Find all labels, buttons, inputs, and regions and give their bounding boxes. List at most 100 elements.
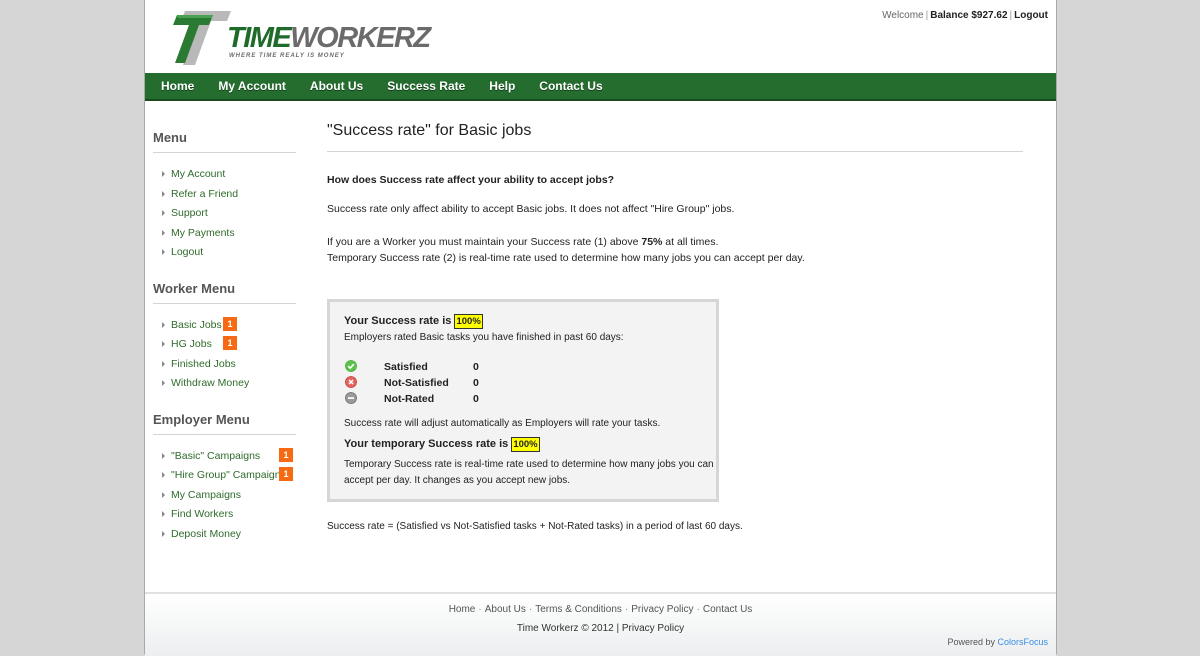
sidebar-link[interactable]: Find Workers bbox=[171, 508, 233, 520]
arrow-right-icon bbox=[162, 190, 165, 197]
logo-tagline: WHERE TIME REALY IS MONEY bbox=[229, 53, 345, 59]
nav-help[interactable]: Help bbox=[477, 73, 527, 100]
sidebar-item-basic-jobs[interactable]: Basic Jobs 1 bbox=[153, 316, 296, 337]
x-circle-icon bbox=[345, 376, 357, 388]
site-logo[interactable]: TIMEWORKERZ WHERE TIME REALY IS MONEY bbox=[171, 9, 431, 65]
sidebar-link[interactable]: Logout bbox=[171, 246, 203, 258]
arrow-right-icon bbox=[162, 229, 165, 236]
separator: · bbox=[624, 604, 629, 615]
sidebar-link[interactable]: HG Jobs bbox=[171, 338, 212, 350]
menu-list: My Account Refer a Friend Support My Pay… bbox=[153, 166, 296, 264]
count-badge: 1 bbox=[279, 467, 293, 481]
arrow-right-icon bbox=[162, 491, 165, 498]
info-paragraph-1: Success rate only affect ability to acce… bbox=[327, 203, 735, 215]
sidebar-item-my-campaigns[interactable]: My Campaigns bbox=[153, 487, 296, 507]
info-paragraph-3: Temporary Success rate (2) is real-time … bbox=[327, 252, 805, 264]
rating-label: Satisfied bbox=[384, 361, 428, 373]
nav-about-us[interactable]: About Us bbox=[298, 73, 375, 100]
rating-count: 0 bbox=[473, 377, 479, 389]
rating-label: Not-Satisfied bbox=[384, 377, 449, 389]
nav-success-rate[interactable]: Success Rate bbox=[375, 73, 477, 100]
sidebar: Menu My Account Refer a Friend Support M… bbox=[153, 130, 296, 562]
sidebar-link[interactable]: My Campaigns bbox=[171, 489, 241, 501]
rating-count: 0 bbox=[473, 361, 479, 373]
arrow-right-icon bbox=[162, 321, 165, 328]
sidebar-link[interactable]: Support bbox=[171, 207, 208, 219]
logo-wordmark: TIMEWORKERZ bbox=[227, 22, 431, 54]
main-content: "Success rate" for Basic jobs How does S… bbox=[327, 122, 1023, 535]
sidebar-link[interactable]: My Payments bbox=[171, 227, 235, 239]
success-rate-line: Your Success rate is 100% bbox=[344, 314, 716, 329]
nav-contact-us[interactable]: Contact Us bbox=[527, 73, 614, 100]
copyright-text: Time Workerz © 2012 bbox=[516, 623, 614, 634]
sidebar-item-find-workers[interactable]: Find Workers bbox=[153, 506, 296, 526]
footer-link-home[interactable]: Home bbox=[449, 604, 476, 615]
arrow-right-icon bbox=[162, 210, 165, 216]
temporary-rate-label: Your temporary Success rate is bbox=[344, 438, 509, 450]
arrow-right-icon bbox=[162, 171, 165, 177]
footer-link-contact-us[interactable]: Contact Us bbox=[703, 604, 752, 615]
rating-label: Not-Rated bbox=[384, 393, 435, 405]
sidebar-link[interactable]: Deposit Money bbox=[171, 528, 241, 540]
page-container: TIMEWORKERZ WHERE TIME REALY IS MONEY We… bbox=[144, 0, 1057, 656]
arrow-right-icon bbox=[162, 511, 165, 517]
separator: | bbox=[1009, 10, 1013, 21]
sidebar-link[interactable]: Refer a Friend bbox=[171, 188, 238, 200]
sidebar-item-support[interactable]: Support bbox=[153, 205, 296, 225]
sidebar-link[interactable]: "Hire Group" Campaigns bbox=[171, 469, 286, 481]
worker-menu-heading: Worker Menu bbox=[153, 281, 296, 304]
success-rate-panel: Your Success rate is 100% Employers rate… bbox=[327, 299, 719, 502]
sidebar-item-my-payments[interactable]: My Payments bbox=[153, 225, 296, 245]
sidebar-item-hg-jobs[interactable]: HG Jobs 1 bbox=[153, 336, 296, 356]
temporary-rate-description: Temporary Success rate is real-time rate… bbox=[344, 459, 714, 486]
powered-by-text: Powered by bbox=[947, 637, 995, 647]
sidebar-link[interactable]: "Basic" Campaigns bbox=[171, 450, 260, 462]
sidebar-item-deposit-money[interactable]: Deposit Money bbox=[153, 526, 296, 546]
user-bar: Welcome | Balance $927.62 | Logout bbox=[882, 10, 1048, 21]
balance-text: Balance $927.62 bbox=[930, 10, 1008, 21]
arrow-right-icon bbox=[162, 472, 165, 478]
count-badge: 1 bbox=[279, 447, 293, 462]
temporary-rate-line: Your temporary Success rate is 100% bbox=[344, 437, 716, 452]
sidebar-item-logout[interactable]: Logout bbox=[153, 244, 296, 264]
separator: · bbox=[696, 604, 700, 615]
footer-link-terms[interactable]: Terms & Conditions bbox=[535, 604, 622, 615]
logo-tt-mark-icon bbox=[173, 11, 231, 65]
sidebar-link[interactable]: Basic Jobs bbox=[171, 319, 222, 331]
footer-privacy-link[interactable]: Privacy Policy bbox=[622, 623, 684, 634]
sidebar-item-withdraw-money[interactable]: Withdraw Money bbox=[153, 375, 296, 395]
rating-row-not-rated: Not-Rated 0 bbox=[344, 392, 716, 408]
separator: · bbox=[528, 604, 533, 615]
logo-word-workerz: WORKERZ bbox=[290, 22, 431, 54]
rating-count: 0 bbox=[473, 393, 479, 405]
sidebar-item-my-account[interactable]: My Account bbox=[153, 166, 296, 186]
nav-home[interactable]: Home bbox=[145, 73, 206, 100]
worker-menu-list: Basic Jobs 1 HG Jobs 1 Finished Jobs Withd… bbox=[153, 316, 296, 395]
arrow-right-icon bbox=[162, 360, 165, 367]
arrow-right-icon bbox=[162, 380, 165, 386]
nav-my-account[interactable]: My Account bbox=[206, 73, 298, 100]
info-paragraph-2: If you are a Worker you must maintain yo… bbox=[327, 234, 1023, 250]
sidebar-link[interactable]: My Account bbox=[171, 168, 225, 180]
rated-tasks-description: Employers rated Basic tasks you have fin… bbox=[344, 332, 624, 343]
separator: | bbox=[925, 10, 929, 21]
logout-link[interactable]: Logout bbox=[1014, 10, 1048, 21]
sidebar-item-hire-group-campaigns[interactable]: "Hire Group" Campaigns 1 bbox=[153, 467, 296, 487]
footer-link-privacy[interactable]: Privacy Policy bbox=[631, 604, 693, 615]
sidebar-item-refer-a-friend[interactable]: Refer a Friend bbox=[153, 186, 296, 206]
arrow-right-icon bbox=[162, 249, 165, 255]
footer-link-about-us[interactable]: About Us bbox=[485, 604, 526, 615]
sidebar-item-finished-jobs[interactable]: Finished Jobs bbox=[153, 356, 296, 376]
sidebar-link[interactable]: Withdraw Money bbox=[171, 377, 249, 389]
rating-row-not-satisfied: Not-Satisfied 0 bbox=[344, 376, 716, 392]
logo-word-time: TIME bbox=[227, 22, 292, 54]
footer-links: Home · About Us · Terms & Conditions · Privacy… bbox=[145, 604, 1056, 615]
adjust-note: Success rate will adjust automatically a… bbox=[344, 418, 661, 429]
menu-heading: Menu bbox=[153, 130, 296, 153]
sidebar-link[interactable]: Finished Jobs bbox=[171, 358, 236, 370]
separator: · bbox=[478, 604, 482, 615]
powered-by: Powered by ColorsFocus bbox=[947, 637, 1048, 647]
colorsfocus-link[interactable]: ColorsFocus bbox=[997, 637, 1048, 647]
sidebar-item-basic-campaigns[interactable]: "Basic" Campaigns 1 bbox=[153, 447, 296, 468]
employer-menu-heading: Employer Menu bbox=[153, 412, 296, 435]
